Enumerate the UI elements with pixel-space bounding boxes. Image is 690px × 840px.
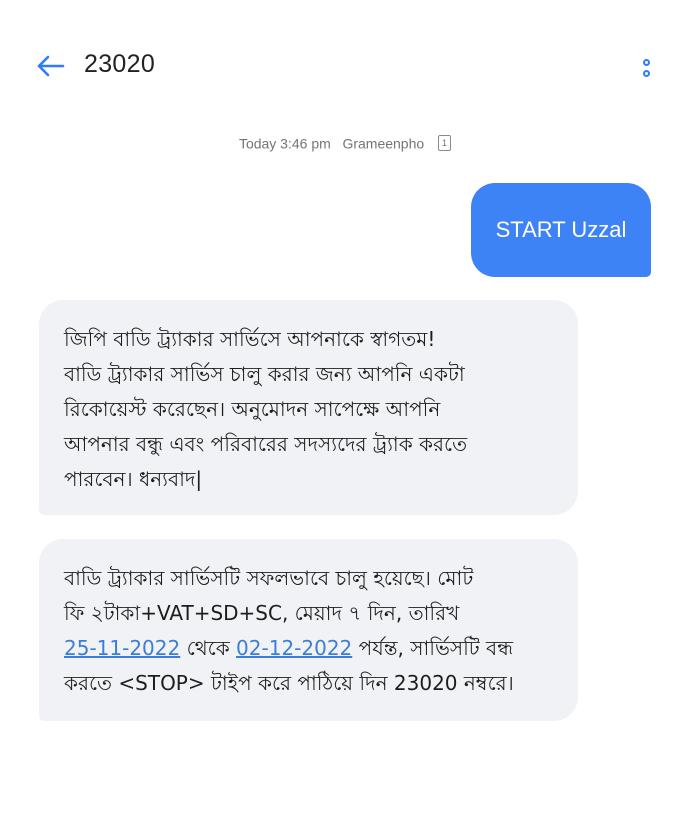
app-header: 23020	[0, 0, 690, 130]
message-time: Today 3:46 pm	[238, 135, 331, 152]
message-line: রিকোয়েস্ট করেছেন। অনুমোদন সাপেক্ষে আপনি	[64, 397, 441, 421]
message-line: জিপি বাডি ট্র্যাকার সার্ভিসে আপনাকে স্বা…	[64, 327, 436, 351]
received-message-bubble[interactable]: বাডি ট্র্যাকার সার্ভিসটি সফলভাবে চালু হয…	[39, 539, 578, 721]
message-line: আপনার বন্ধু এবং পরিবারের সদস্যদের ট্র্যা…	[64, 432, 468, 456]
sent-message-bubble[interactable]: START Uzzal	[471, 183, 651, 277]
message-line: করতে <STOP> টাইপ করে পাঠিয়ে দিন 23020 ন…	[64, 671, 514, 695]
more-vertical-icon-dot	[642, 70, 650, 77]
message-text-tail: পর্যন্ত, সার্ভিসটি বন্ধ	[352, 636, 514, 660]
message-line: ফি ২টাকা+VAT+SD+SC, মেয়াদ ৭ দিন, তারিখ	[64, 601, 460, 625]
message-line: বাডি ট্র্যাকার সার্ভিসটি সফলভাবে চালু হয…	[64, 566, 474, 590]
more-options-button[interactable]	[626, 48, 666, 88]
arrow-left-icon	[37, 55, 65, 77]
message-line: বাডি ট্র্যাকার সার্ভিস চালু করার জন্য আপ…	[64, 362, 465, 386]
more-vertical-icon	[642, 59, 650, 66]
conversation-title: 23020	[84, 50, 156, 78]
message-line: পারবেন। ধন্যবাদ|	[64, 467, 203, 491]
carrier-name: Grameenpho	[342, 135, 425, 152]
message-timestamp-row: Today 3:46 pm Grameenpho 1	[0, 134, 690, 152]
back-button[interactable]	[30, 48, 70, 84]
message-line: 25-11-2022 থেকে 02-12-2022 পর্যন্ত, সার্…	[64, 631, 558, 666]
date-link-start[interactable]: 25-11-2022	[64, 636, 180, 660]
date-connector-text: থেকে	[180, 636, 237, 660]
date-link-end[interactable]: 02-12-2022	[236, 636, 352, 660]
received-message-bubble[interactable]: জিপি বাডি ট্র্যাকার সার্ভিসে আপনাকে স্বা…	[39, 300, 578, 515]
sim-card-icon: 1	[438, 135, 452, 152]
sent-message-text: START Uzzal	[495, 217, 627, 242]
